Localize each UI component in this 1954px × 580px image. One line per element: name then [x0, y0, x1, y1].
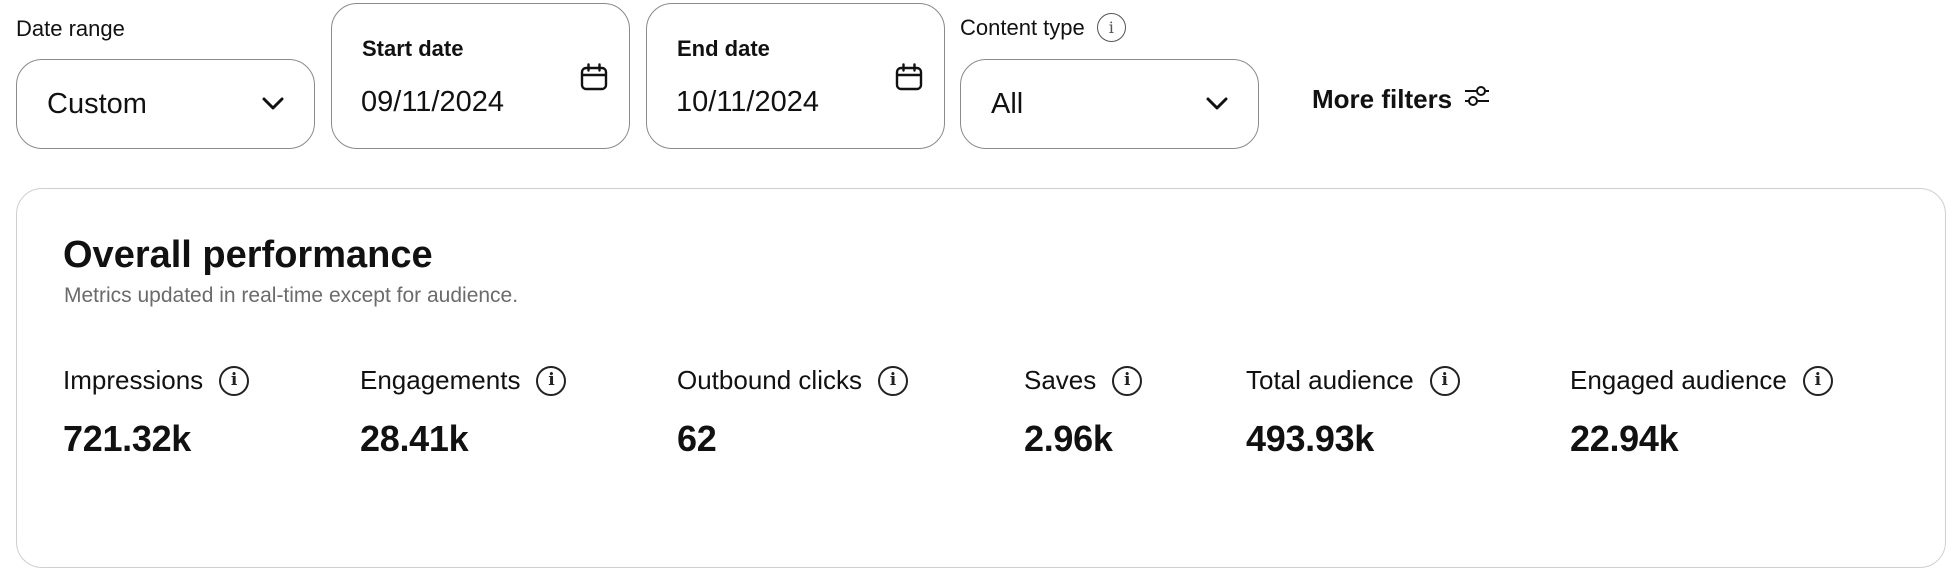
date-range-value: Custom: [47, 87, 147, 120]
content-type-select[interactable]: All: [960, 59, 1259, 149]
metric-label: Impressions: [63, 365, 204, 395]
info-icon[interactable]: i: [1112, 365, 1143, 396]
metric-label: Total audience: [1246, 365, 1414, 395]
start-date-field[interactable]: Start date 09/11/2024: [331, 3, 630, 149]
end-date-value: 10/11/2024: [676, 86, 819, 118]
metric-label-row: Outbound clicks i: [677, 365, 908, 396]
metric-engagements: Engagements i 28.41k: [360, 365, 567, 460]
date-range-select[interactable]: Custom: [16, 59, 315, 149]
metric-value: 721.32k: [63, 418, 192, 459]
date-range-label: Date range: [16, 16, 125, 41]
metric-label-row: Engaged audience i: [1570, 365, 1833, 396]
metric-value: 493.93k: [1246, 418, 1375, 459]
info-icon[interactable]: i: [219, 365, 250, 396]
start-date-value: 09/11/2024: [361, 86, 504, 118]
metric-impressions: Impressions i 721.32k: [63, 365, 250, 460]
metric-engaged-audience: Engaged audience i 22.94k: [1570, 365, 1833, 460]
calendar-icon[interactable]: [894, 62, 924, 92]
content-type-label-row: Content type i: [960, 13, 1126, 42]
metric-label: Saves: [1024, 365, 1097, 395]
info-icon[interactable]: i: [1096, 13, 1126, 42]
chevron-down-icon: [1204, 91, 1230, 117]
chevron-down-icon: [260, 91, 286, 117]
metric-label: Engaged audience: [1570, 365, 1787, 395]
sliders-icon: [1464, 84, 1490, 115]
metric-label-row: Engagements i: [360, 365, 567, 396]
metric-label-row: Saves i: [1024, 365, 1143, 396]
info-icon[interactable]: i: [1429, 365, 1460, 396]
metric-value: 28.41k: [360, 418, 469, 459]
metric-label: Engagements: [360, 365, 521, 395]
end-date-field[interactable]: End date 10/11/2024: [646, 3, 945, 149]
metric-label: Outbound clicks: [677, 365, 862, 395]
metric-value: 22.94k: [1570, 418, 1679, 459]
info-icon[interactable]: i: [536, 365, 567, 396]
start-date-label: Start date: [362, 36, 464, 61]
metric-value: 62: [677, 418, 717, 459]
metric-total-audience: Total audience i 493.93k: [1246, 365, 1460, 460]
card-subtitle: Metrics updated in real-time except for …: [64, 284, 519, 307]
content-type-value: All: [991, 87, 1024, 120]
content-type-label: Content type: [960, 14, 1085, 40]
info-icon[interactable]: i: [877, 365, 908, 396]
card-title: Overall performance: [63, 234, 433, 276]
end-date-label: End date: [677, 36, 770, 61]
metric-saves: Saves i 2.96k: [1024, 365, 1143, 460]
metric-label-row: Impressions i: [63, 365, 250, 396]
metric-value: 2.96k: [1024, 418, 1113, 459]
calendar-icon[interactable]: [579, 62, 609, 92]
info-icon[interactable]: i: [1802, 365, 1833, 396]
more-filters-label: More filters: [1312, 84, 1453, 114]
more-filters-button[interactable]: More filters: [1312, 84, 1490, 115]
metric-outbound-clicks: Outbound clicks i 62: [677, 365, 908, 460]
metric-label-row: Total audience i: [1246, 365, 1460, 396]
overall-performance-card: Overall performance Metrics updated in r…: [16, 188, 1946, 568]
